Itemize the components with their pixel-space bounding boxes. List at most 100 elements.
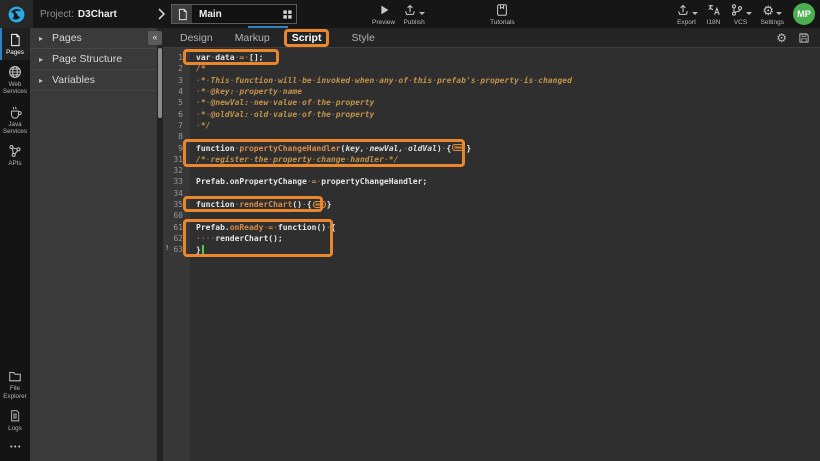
rail-item-label: WebServices (3, 81, 27, 95)
rail-item-label: Pages (6, 49, 24, 56)
code-annotation-box (183, 196, 323, 212)
line-number: 6 (163, 110, 190, 119)
project-label: Project: (40, 9, 74, 20)
page-icon (172, 5, 192, 23)
panel-section-pages[interactable]: ▸Pages (30, 28, 157, 49)
script-code-editor[interactable]: 1var·data·=·[];2/*3·*·This·function·will… (163, 48, 820, 461)
code-annotation-box (183, 219, 333, 258)
action-label: Export (677, 19, 696, 26)
panel-collapse-button[interactable]: « (148, 31, 162, 45)
code-token: Prefab.onPropertyChange· (196, 177, 312, 186)
line-number: 3 (163, 76, 190, 85)
code-line[interactable]: 33Prefab.onPropertyChange·=·propertyChan… (163, 176, 820, 187)
tab-design[interactable]: Design (180, 32, 213, 44)
code-text: ·*·This·function·will·be·invoked·when·an… (190, 76, 572, 85)
grid-icon[interactable] (278, 5, 296, 23)
panel-section-page-structure[interactable]: ▸ Page Structure (30, 49, 157, 70)
vcs-button[interactable]: VCS (730, 1, 752, 28)
code-text: Prefab.onPropertyChange·=·propertyChange… (190, 177, 427, 186)
tutorials-button[interactable]: Tutorials (490, 1, 515, 28)
preview-button[interactable]: Preview (372, 1, 395, 28)
sidebar-item-pages[interactable]: Pages (0, 28, 30, 60)
panel-section-label: Variables (52, 74, 95, 86)
app-logo[interactable] (0, 0, 33, 28)
code-text: ·*/ (190, 121, 210, 130)
active-tab-indicator (248, 26, 288, 28)
wavemaker-logo-icon (7, 5, 26, 24)
gear-icon: ⚙ (762, 4, 774, 17)
lint-marker-icon: ! (165, 244, 169, 252)
upload-icon (676, 3, 690, 17)
editor-tools: ⚙ (776, 28, 810, 48)
logs-icon (9, 409, 21, 423)
code-token: ·*·@key:·property·name (196, 87, 302, 96)
page-selector-dropdown[interactable]: Main (171, 4, 297, 24)
workspace: DesignMarkupScriptStyle ⚙ 1var·data·=·[]… (163, 28, 820, 461)
export-button[interactable]: Export (676, 1, 698, 28)
wavemaker-studio-window: Project: D3Chart Main Preview Publish Tut… (0, 0, 820, 461)
code-line[interactable]: 5·*·@newVal:·new·value·of·the·property (163, 97, 820, 108)
sidebar-item-file-explorer[interactable]: FileExplorer (0, 364, 30, 403)
action-label: Publish (403, 19, 424, 26)
settings-gear-icon[interactable]: ⚙ (776, 31, 787, 45)
upload-icon (403, 3, 417, 17)
code-token: ·*·This·function·will·be·invoked·when·an… (196, 76, 572, 85)
panel-section-label: Page Structure (52, 53, 122, 65)
project-breadcrumb: Project: D3Chart (40, 0, 117, 28)
code-text: ·*·@oldVal:·old·value·of·the·property (190, 110, 374, 119)
code-line[interactable]: 3 ·*·This·function·will·be·invoked·when·a… (163, 75, 820, 86)
vcs-icon (730, 3, 744, 17)
page-icon (9, 33, 21, 47)
line-number: 2 (163, 64, 190, 73)
line-number: 5 (163, 98, 190, 107)
rail-item-label: JavaServices (3, 121, 27, 135)
panel-section-label: Pages (52, 32, 82, 44)
tab-markup[interactable]: Markup (235, 32, 270, 44)
topbar-actions-center: Preview Publish (372, 1, 425, 28)
sidebar-item-web-services[interactable]: WebServices (0, 60, 30, 99)
tabs: Design Markup Script Style (163, 29, 375, 47)
expand-triangle-icon: ▸ (39, 55, 43, 64)
line-number: 4 (163, 87, 190, 96)
play-icon (377, 3, 391, 17)
code-annotation-box (183, 49, 279, 65)
i18n-button[interactable]: I18N (707, 1, 721, 28)
sidebar-item-apis[interactable]: APIs (0, 139, 30, 171)
code-token: /* (196, 64, 206, 73)
java-icon (8, 105, 22, 119)
user-avatar[interactable]: MP (793, 3, 815, 25)
api-icon (8, 144, 22, 158)
code-token: ·*·@oldVal:·old·value·of·the·property (196, 110, 374, 119)
tab-style[interactable]: Style (351, 32, 374, 44)
code-token: } (466, 144, 471, 153)
code-line[interactable]: 7·*/ (163, 120, 820, 131)
rail-item-label: FileExplorer (3, 385, 26, 399)
code-token: } (327, 200, 332, 209)
action-label: I18N (707, 19, 721, 26)
left-icon-rail: Pages WebServices JavaServices APIs FileExpl… (0, 28, 30, 461)
settings-button[interactable]: ⚙ Settings (761, 1, 785, 28)
line-number: 32 (163, 166, 190, 175)
action-label: Settings (761, 19, 785, 26)
caret-down-icon (776, 12, 782, 15)
selected-page-name: Main (192, 9, 278, 20)
i18n-icon (707, 3, 721, 17)
line-number: 33 (163, 177, 190, 186)
tab-script[interactable]: Script (284, 29, 330, 47)
code-text: ·*·@newVal:·new·value·of·the·property (190, 98, 374, 107)
panel-section-variables[interactable]: ▸ Variables (30, 70, 157, 91)
publish-button[interactable]: Publish (403, 1, 425, 28)
sidebar-item-logs[interactable]: Logs (0, 404, 30, 436)
save-icon[interactable] (798, 32, 810, 44)
code-line[interactable]: 6 ·*·@oldVal:·old·value·of·the·property (163, 108, 820, 119)
editor-scrollbar-thumb[interactable] (158, 48, 162, 118)
chevron-right-icon (155, 7, 167, 21)
action-label: VCS (734, 19, 747, 26)
action-label: Tutorials (490, 19, 515, 26)
sidebar-item-java-services[interactable]: JavaServices (0, 100, 30, 139)
more-options-icon[interactable]: ••• (0, 436, 30, 461)
code-line[interactable]: 4 ·*·@key:·property·name (163, 86, 820, 97)
code-token: propertyChangeHandler; (321, 177, 427, 186)
expand-triangle-icon: ▸ (39, 76, 43, 85)
globe-icon (8, 65, 22, 79)
